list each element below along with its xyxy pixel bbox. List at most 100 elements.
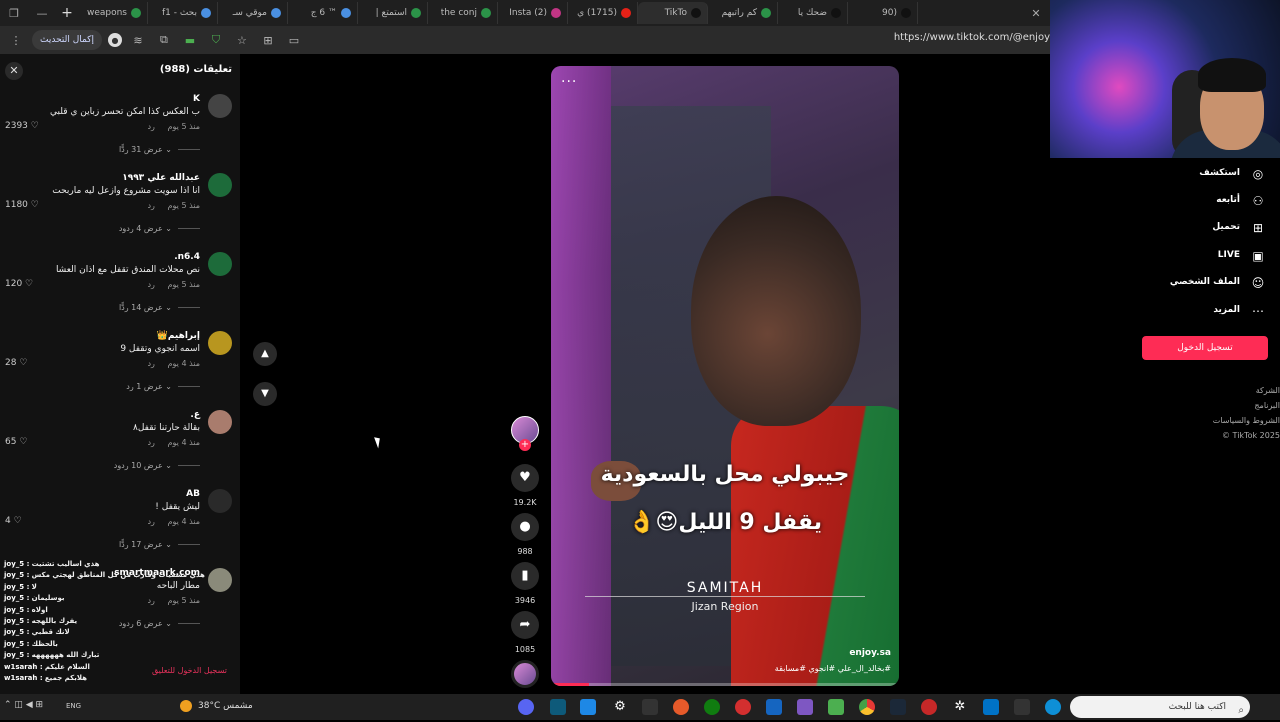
weather-text[interactable]: 38°C مشمس (198, 701, 253, 711)
comment-action[interactable]: ● 988 (511, 513, 539, 556)
comment-like[interactable]: 65 ♡ (5, 437, 27, 447)
browser-tab[interactable]: موقي سـ (218, 2, 288, 24)
footer-link[interactable]: TikTok 2025 © (1222, 431, 1280, 440)
comment-username[interactable]: عبدالله علي ١٩٩٣ (122, 173, 200, 183)
steam-dark-icon[interactable] (550, 699, 566, 715)
commenter-avatar[interactable] (208, 173, 232, 197)
video-progress-bar[interactable] (551, 683, 899, 686)
video-author[interactable]: enjoy.sa (849, 648, 891, 658)
browser-tab[interactable]: the conj (428, 2, 498, 24)
browser-tab[interactable]: TikTo (638, 2, 708, 24)
close-window-icon[interactable]: ✕ (1022, 7, 1050, 20)
taskbar-search[interactable]: اكتب هنا للبحث ⌕ (1070, 696, 1250, 718)
follow-plus-icon[interactable]: + (519, 439, 531, 451)
share-arrow-icon[interactable]: ➦ (511, 611, 539, 639)
reply-button[interactable]: رد (147, 438, 154, 447)
browser-tab[interactable]: (1715) ي (568, 2, 638, 24)
app-dark-icon[interactable] (1014, 699, 1030, 715)
bookmark-icon[interactable]: ▮ (511, 562, 539, 590)
login-to-comment-link[interactable]: تسجيل الدخول للتعليق (152, 666, 227, 675)
browser-tab[interactable]: (90 (848, 2, 918, 24)
view-replies-button[interactable]: ⌄ عرض 10 ردود (114, 461, 200, 470)
view-replies-button[interactable]: ⌄ عرض 1 رد (126, 382, 200, 391)
minimize-icon[interactable]: — (28, 7, 56, 20)
translate-icon[interactable]: ⊞ (258, 30, 278, 50)
xbox-icon[interactable] (704, 699, 720, 715)
commenter-avatar[interactable] (208, 94, 232, 118)
new-tab-button[interactable]: + (56, 5, 78, 21)
sidebar-item-3[interactable]: LIVE ▣ (1050, 244, 1280, 270)
heart-icon[interactable]: ♥ (511, 464, 539, 492)
view-replies-button[interactable]: ⌄ عرض 17 ردًّا (119, 540, 200, 549)
reply-button[interactable]: رد (147, 517, 154, 526)
comment-bubble-icon[interactable]: ● (511, 513, 539, 541)
share-action[interactable]: ➦ 1085 (511, 611, 539, 654)
gear-icon[interactable]: ✲ (952, 699, 968, 715)
video-hashtags[interactable]: #بخالد_ال_علي #انجوي #مسابقة (775, 664, 891, 673)
favorite-star-icon[interactable]: ☆ (232, 30, 252, 50)
app-purple-icon[interactable] (797, 699, 813, 715)
previous-video-button[interactable]: ▲ (253, 342, 277, 366)
app-blue-icon[interactable] (766, 699, 782, 715)
login-button[interactable]: تسجيل الدخول (1142, 336, 1268, 360)
reply-button[interactable]: رد (147, 280, 154, 289)
close-icon[interactable]: ✕ (5, 62, 23, 80)
epic-games-icon[interactable] (642, 699, 658, 715)
sidebar-item-1[interactable]: أتابعه ⚇ (1050, 189, 1280, 215)
discord-icon[interactable] (518, 699, 534, 715)
commenter-avatar[interactable] (208, 252, 232, 276)
view-replies-button[interactable]: ⌄ عرض 14 ردًّا (119, 303, 200, 312)
like-action[interactable]: ♥ 19.2K (511, 464, 539, 507)
collections-icon[interactable]: ≋ (128, 30, 148, 50)
browser-tab[interactable]: كم راتبهم (708, 2, 778, 24)
sidebar-item-2[interactable]: تحميل ⊞ (1050, 216, 1280, 242)
comment-like[interactable]: 120 ♡ (5, 279, 33, 289)
system-tray-icons[interactable]: ⌃ ◫ ◀ ⊞ (4, 700, 43, 710)
commenter-avatar[interactable] (208, 331, 232, 355)
browser-tab[interactable]: weapons (78, 2, 148, 24)
edge-icon[interactable] (1045, 699, 1061, 715)
extensions-icon[interactable]: ⧉ (154, 30, 174, 50)
comment-username[interactable]: ع. (190, 410, 200, 420)
sidebar-item-4[interactable]: الملف الشخصي ☺ (1050, 271, 1280, 297)
reply-button[interactable]: رد (147, 201, 154, 210)
footer-link[interactable]: الشروط والسياسات (1213, 416, 1280, 425)
outlook-icon[interactable] (983, 699, 999, 715)
comment-username[interactable]: إبراهيم👑 (157, 331, 200, 341)
reply-button[interactable]: رد (147, 122, 154, 131)
browser-tab[interactable]: ضحك يا (778, 2, 848, 24)
cast-icon[interactable]: ▭ (284, 30, 304, 50)
video-menu-button[interactable]: ... (561, 70, 577, 86)
app-red-icon[interactable] (735, 699, 751, 715)
comment-like[interactable]: 2393 ♡ (5, 121, 39, 131)
settings-gear-icon[interactable]: ⚙ (612, 699, 628, 715)
origin-icon[interactable] (673, 699, 689, 715)
sidebar-item-5[interactable]: المزيد ⋯ (1050, 299, 1280, 325)
footer-link[interactable]: الشركة (1256, 386, 1280, 395)
reply-button[interactable]: رد (147, 359, 154, 368)
save-action[interactable]: ▮ 3946 (511, 562, 539, 605)
video-player[interactable]: ... جيبولي محل بالسعودية يقفل 9 الليل😍👌 … (551, 66, 899, 686)
next-video-button[interactable]: ▼ (253, 382, 277, 406)
file-explorer-icon[interactable] (580, 699, 596, 715)
chrome-icon[interactable] (859, 699, 875, 715)
browser-tab[interactable]: استمتع | (358, 2, 428, 24)
commenter-avatar[interactable] (208, 489, 232, 513)
steam-icon[interactable] (890, 699, 906, 715)
music-disc-icon[interactable] (511, 660, 539, 688)
restore-icon[interactable]: ❐ (0, 7, 28, 20)
browser-tab[interactable]: (2) Insta (498, 2, 568, 24)
sidebar-item-0[interactable]: استكشف ◎ (1050, 162, 1280, 188)
comment-username[interactable]: K (193, 94, 200, 104)
comment-username[interactable]: AB (186, 489, 200, 499)
commenter-avatar[interactable] (208, 410, 232, 434)
view-replies-button[interactable]: ⌄ عرض 31 ردًّا (119, 145, 200, 154)
obs-icon[interactable] (921, 699, 937, 715)
view-replies-button[interactable]: ⌄ عرض 4 ردود (119, 224, 200, 233)
profile-avatar-icon[interactable]: ● (107, 33, 122, 47)
sidebar-toggle-icon[interactable]: ⋮ (6, 30, 26, 50)
comment-username[interactable]: n6.4. (174, 252, 200, 262)
url-field[interactable]: https://www.tiktok.com/@enjoy (894, 32, 1050, 43)
browser-tab[interactable]: بحث - f1 (148, 2, 218, 24)
footer-link[interactable]: البرنامج (1254, 401, 1280, 410)
